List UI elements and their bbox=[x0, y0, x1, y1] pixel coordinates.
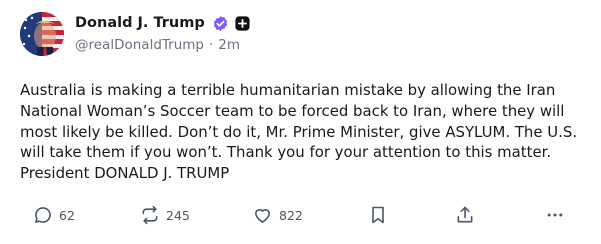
retruth-button[interactable]: 245 bbox=[140, 202, 190, 228]
repost-icon bbox=[142, 205, 158, 225]
author-display-name[interactable]: Donald J. Trump bbox=[75, 15, 205, 31]
post-action-bar: 62 245 822 bbox=[0, 202, 601, 228]
plus-badge-icon[interactable] bbox=[234, 15, 251, 32]
heart-icon bbox=[255, 209, 270, 223]
bookmark-icon bbox=[372, 206, 384, 224]
verified-badge-icon bbox=[212, 15, 229, 32]
reply-count: 62 bbox=[59, 207, 75, 223]
like-button[interactable]: 822 bbox=[252, 202, 303, 228]
avatar-image bbox=[20, 12, 64, 56]
more-options-button[interactable] bbox=[545, 202, 565, 228]
reply-button[interactable]: 62 bbox=[33, 202, 75, 228]
like-count: 822 bbox=[279, 207, 303, 223]
author-meta-row: @realDonaldTrump · 2m bbox=[75, 37, 240, 53]
bookmark-button[interactable] bbox=[369, 202, 387, 228]
more-icon bbox=[547, 213, 563, 217]
post-body-text: Australia is making a terrible humanitar… bbox=[20, 81, 578, 183]
author-handle[interactable]: @realDonaldTrump bbox=[75, 37, 204, 53]
reply-icon bbox=[35, 207, 51, 223]
author-name-row: Donald J. Trump bbox=[75, 12, 251, 34]
share-icon bbox=[457, 206, 473, 223]
author-avatar[interactable] bbox=[20, 12, 64, 56]
meta-separator: · bbox=[208, 37, 214, 53]
truth-post: Donald J. Trump @realDonaldTrump · 2m Au… bbox=[0, 0, 601, 244]
share-button[interactable] bbox=[455, 202, 475, 228]
retruth-count: 245 bbox=[166, 207, 190, 223]
post-timestamp[interactable]: 2m bbox=[218, 37, 240, 53]
